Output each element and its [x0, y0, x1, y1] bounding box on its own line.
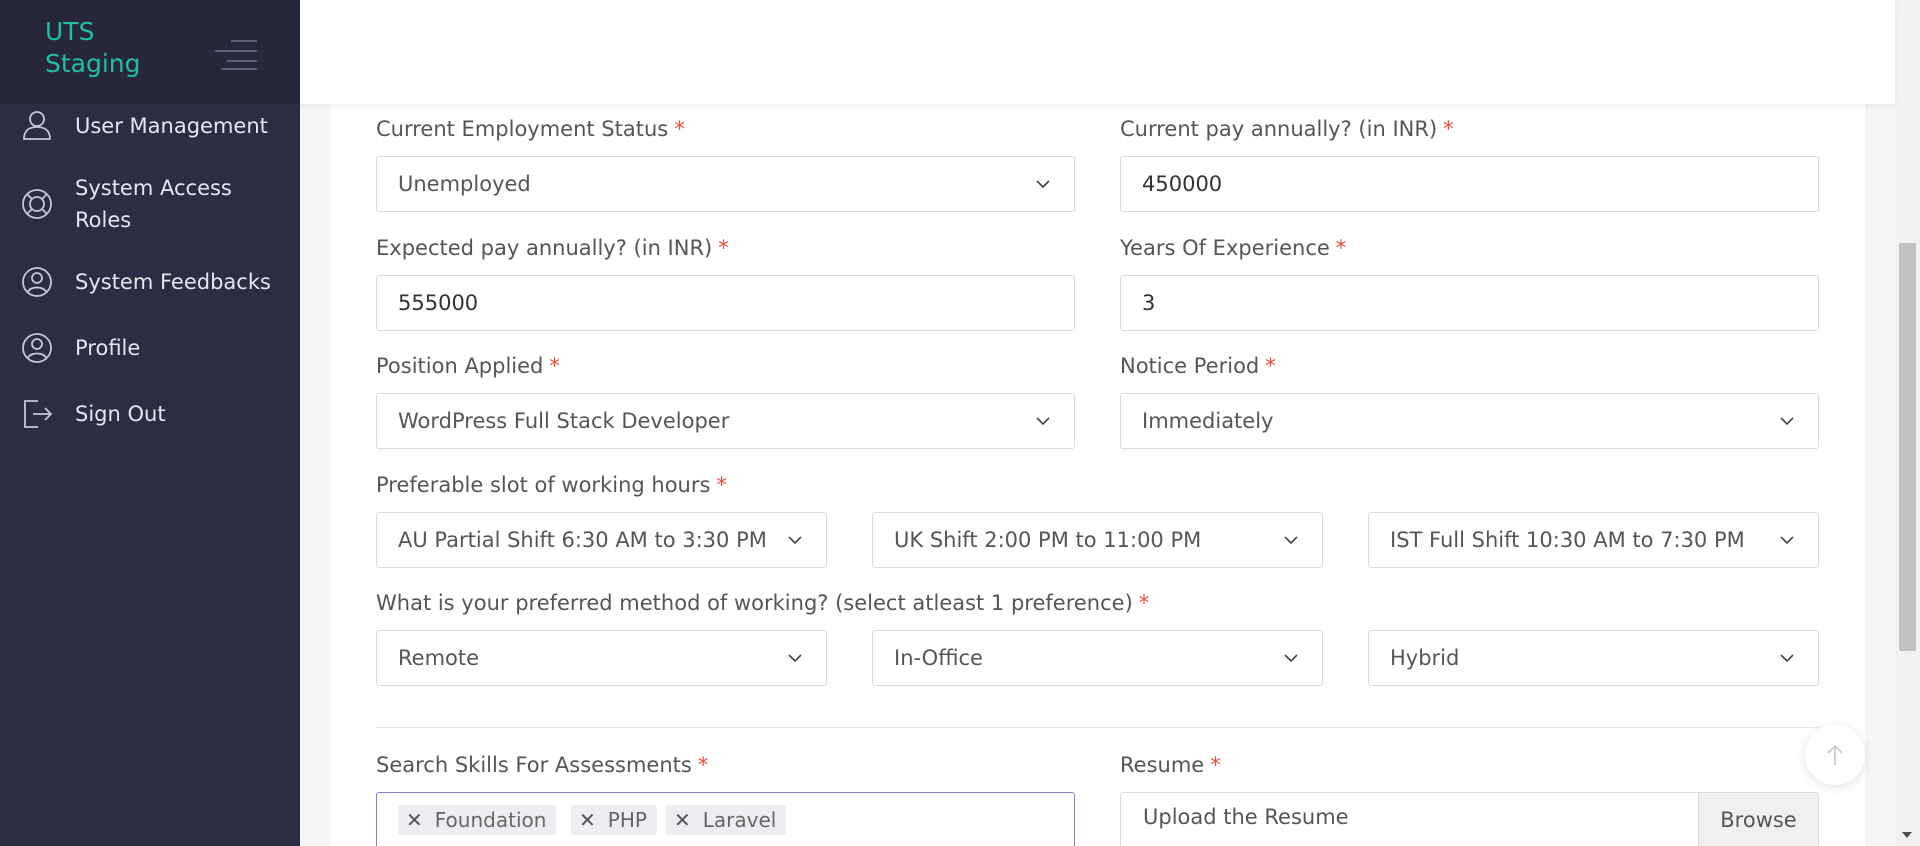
resume-upload-field[interactable]: Upload the Resume Browse: [1120, 792, 1819, 846]
remove-tag-icon[interactable]: ✕: [674, 808, 691, 832]
skill-tag: ✕ Foundation: [398, 805, 557, 835]
working-slot-label: Preferable slot of working hours *: [376, 473, 727, 497]
slot-uk-select[interactable]: UK Shift 2:00 PM to 11:00 PM: [872, 512, 1323, 568]
position-select[interactable]: WordPress Full Stack Developer: [376, 393, 1075, 449]
scrollbar-thumb[interactable]: [1899, 243, 1916, 651]
sidebar-item-label: System Feedbacks: [75, 270, 271, 294]
sidebar-item-label: User Management: [75, 114, 268, 138]
browse-button[interactable]: Browse: [1698, 793, 1818, 846]
chevron-down-icon: [788, 654, 802, 663]
method-remote-select[interactable]: Remote: [376, 630, 827, 686]
working-method-label: What is your preferred method of working…: [376, 591, 1150, 615]
sidebar-item-user-management[interactable]: User Management: [0, 110, 300, 142]
method-in-office-select[interactable]: In-Office: [872, 630, 1323, 686]
lifebuoy-icon: [22, 189, 52, 219]
chevron-down-icon: [1780, 654, 1794, 663]
arrow-up-icon: [1827, 744, 1843, 765]
scroll-to-top-button[interactable]: [1805, 725, 1865, 785]
scroll-down-arrow-icon[interactable]: [1902, 832, 1912, 838]
user-icon: [23, 111, 51, 140]
notice-period-label: Notice Period *: [1120, 354, 1276, 378]
remove-tag-icon[interactable]: ✕: [579, 808, 596, 832]
page-scrollbar[interactable]: [1895, 0, 1920, 846]
expected-pay-input[interactable]: 555000: [376, 275, 1075, 331]
chevron-down-icon: [1036, 180, 1050, 189]
experience-input[interactable]: 3: [1120, 275, 1819, 331]
skill-tag: ✕ PHP: [571, 805, 657, 835]
top-header: [300, 0, 1895, 104]
slot-ist-select[interactable]: IST Full Shift 10:30 AM to 7:30 PM: [1368, 512, 1819, 568]
sidebar-item-label: Sign Out: [75, 402, 166, 426]
sidebar-item-label: System Access: [75, 176, 232, 200]
resume-placeholder: Upload the Resume: [1143, 805, 1349, 829]
sign-out-icon: [24, 400, 53, 428]
chevron-down-icon: [1780, 417, 1794, 426]
brand-area: UTS Staging: [0, 0, 300, 104]
remove-tag-icon[interactable]: ✕: [406, 808, 423, 832]
chevron-down-icon: [1284, 536, 1298, 545]
brand-logo-text[interactable]: UTS Staging: [45, 16, 141, 80]
experience-label: Years Of Experience *: [1120, 236, 1347, 260]
sidebar-item-profile[interactable]: Profile: [0, 332, 300, 364]
sidebar-item-label: Profile: [75, 336, 141, 360]
sidebar-item-sign-out[interactable]: Sign Out: [0, 398, 300, 430]
current-pay-input[interactable]: 450000: [1120, 156, 1819, 212]
sidebar-item-system-feedbacks[interactable]: System Feedbacks: [0, 266, 300, 298]
position-label: Position Applied *: [376, 354, 560, 378]
sidebar-item-label: Roles: [75, 208, 132, 232]
employment-status-select[interactable]: Unemployed: [376, 156, 1075, 212]
menu-toggle-icon[interactable]: [215, 38, 257, 70]
sidebar-item-system-access-roles[interactable]: System Access Roles: [0, 172, 300, 236]
sidebar: UTS Staging User Management System Acces…: [0, 0, 300, 846]
chevron-down-icon: [788, 536, 802, 545]
slot-au-select[interactable]: AU Partial Shift 6:30 AM to 3:30 PM: [376, 512, 827, 568]
resume-label: Resume *: [1120, 753, 1221, 777]
current-pay-label: Current pay annually? (in INR) *: [1120, 117, 1454, 141]
skill-tag: ✕ Laravel: [666, 805, 787, 835]
skills-label: Search Skills For Assessments *: [376, 753, 709, 777]
notice-period-select[interactable]: Immediately: [1120, 393, 1819, 449]
chevron-down-icon: [1780, 536, 1794, 545]
user-circle-icon: [22, 333, 52, 363]
chevron-down-icon: [1284, 654, 1298, 663]
section-divider: [376, 727, 1819, 728]
method-hybrid-select[interactable]: Hybrid: [1368, 630, 1819, 686]
user-circle-icon: [22, 267, 52, 297]
employment-status-label: Current Employment Status *: [376, 117, 685, 141]
skills-multiselect[interactable]: ✕ Foundation ✕ PHP ✕ Laravel: [376, 792, 1075, 846]
chevron-down-icon: [1036, 417, 1050, 426]
expected-pay-label: Expected pay annually? (in INR) *: [376, 236, 729, 260]
